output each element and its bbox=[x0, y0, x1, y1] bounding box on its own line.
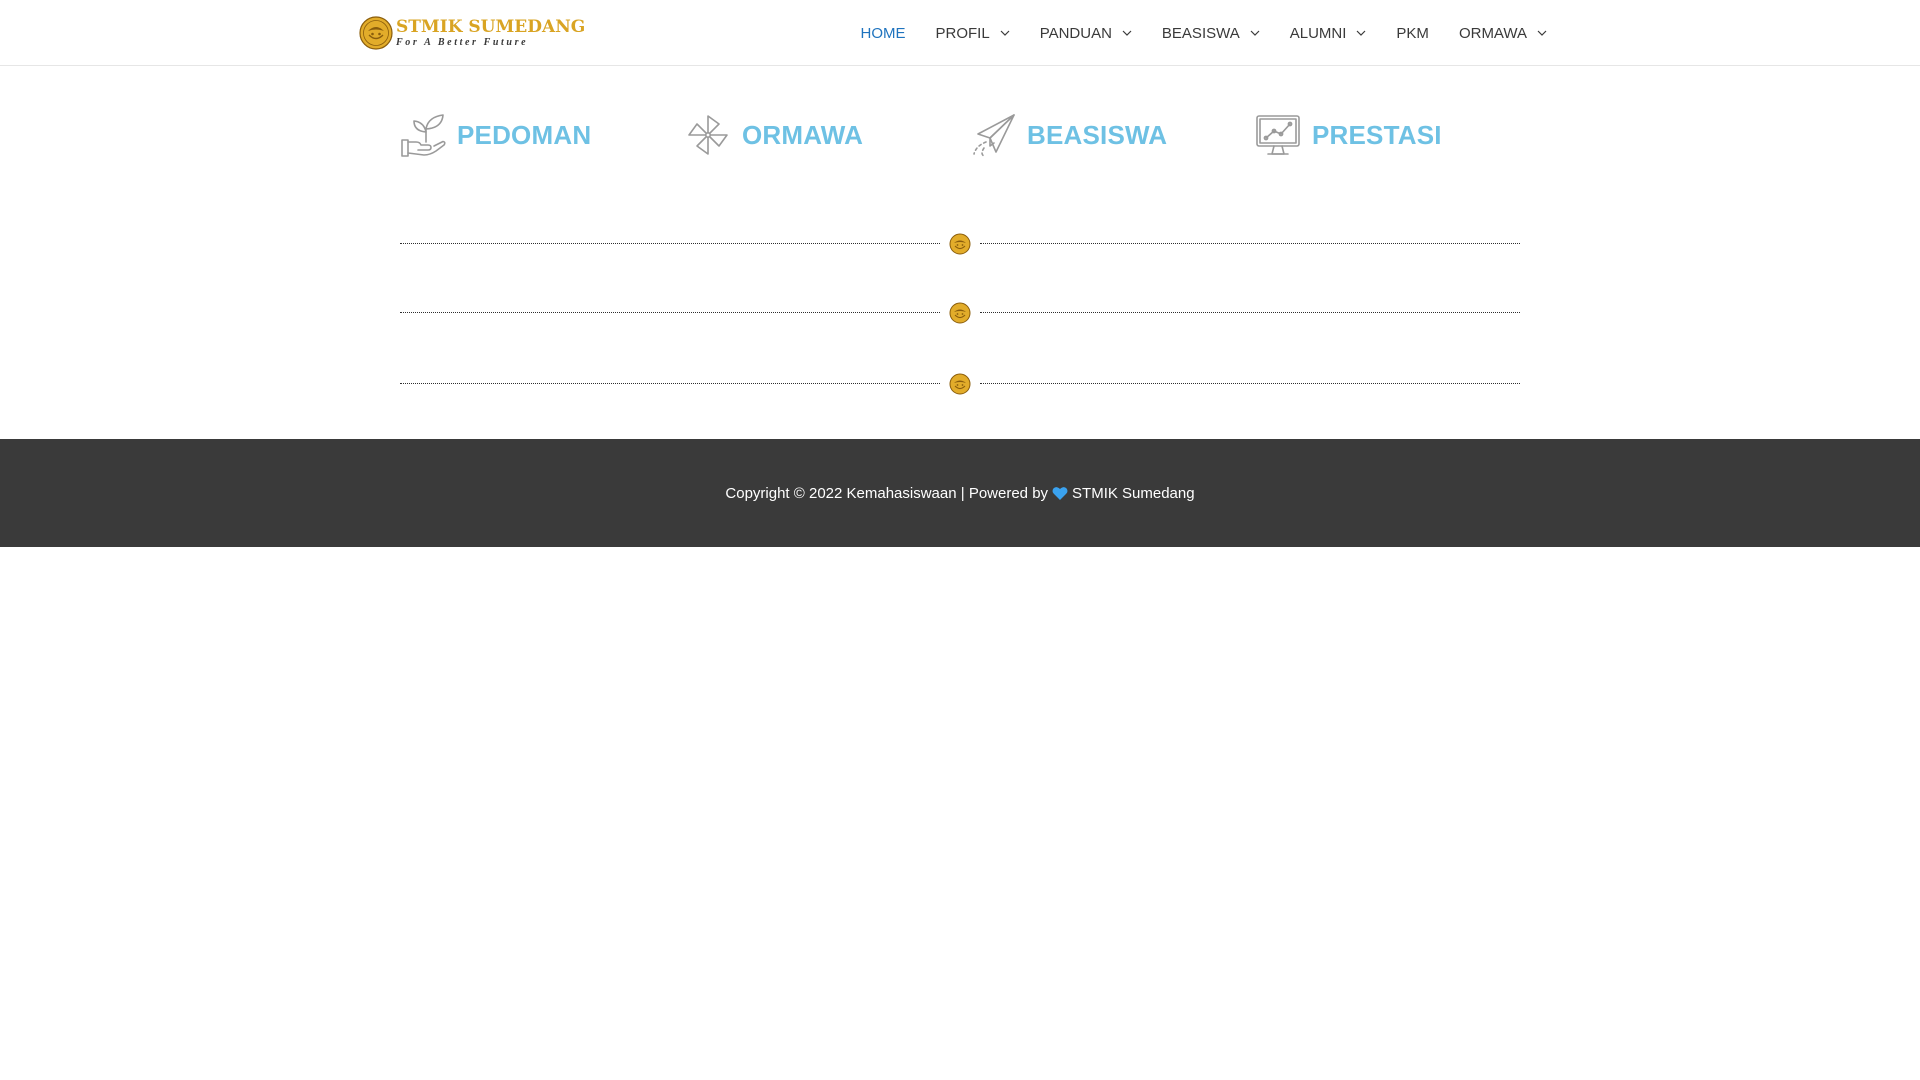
nav-home-label: HOME bbox=[860, 24, 906, 42]
chevron-down-icon bbox=[1122, 30, 1132, 36]
nav-profil[interactable]: PROFIL bbox=[921, 0, 1025, 66]
nav-ormawa[interactable]: ORMAWA bbox=[1444, 0, 1555, 66]
nav-profil-label: PROFIL bbox=[935, 24, 990, 42]
nav-panduan-label: PANDUAN bbox=[1039, 24, 1112, 42]
divider-line-left bbox=[400, 383, 940, 384]
divider-line-left bbox=[400, 243, 940, 244]
divider-line-right bbox=[980, 243, 1520, 244]
feature-pedoman[interactable]: PEDOMAN bbox=[400, 110, 591, 160]
nav-alumni-label: ALUMNI bbox=[1289, 24, 1347, 42]
heart-icon bbox=[1052, 486, 1068, 500]
main-nav: HOME PROFIL PANDUAN BEASISWA ALUMNI PKM … bbox=[846, 0, 1556, 66]
site-header: STMIK SUMEDANG For A Better Future HOME … bbox=[0, 0, 1920, 66]
logo-tagline: For A Better Future bbox=[396, 36, 529, 48]
feature-beasiswa-label: BEASISWA bbox=[1027, 119, 1168, 150]
feature-ormawa[interactable]: ORMAWA bbox=[685, 110, 863, 160]
divider-line-right bbox=[980, 312, 1520, 313]
feature-prestasi-label: PRESTASI bbox=[1312, 119, 1442, 150]
college-seal-icon bbox=[949, 373, 971, 395]
college-seal-icon bbox=[359, 16, 393, 50]
nav-beasiswa[interactable]: BEASISWA bbox=[1147, 0, 1275, 66]
monitor-chart-icon bbox=[1256, 115, 1300, 155]
nav-panduan[interactable]: PANDUAN bbox=[1025, 0, 1147, 66]
feature-beasiswa[interactable]: BEASISWA bbox=[970, 110, 1167, 160]
college-seal-icon bbox=[949, 302, 971, 324]
chevron-down-icon bbox=[1356, 30, 1366, 36]
feature-row: PEDOMAN ORMAWA BEASISWA PRESTASI bbox=[400, 110, 1520, 170]
feature-prestasi[interactable]: PRESTASI bbox=[1255, 110, 1442, 160]
nav-pkm[interactable]: PKM bbox=[1381, 0, 1444, 66]
feature-ormawa-label: ORMAWA bbox=[742, 119, 864, 150]
divider-line-right bbox=[980, 383, 1520, 384]
section-divider bbox=[400, 232, 1520, 256]
paper-plane-icon bbox=[973, 114, 1015, 157]
nav-home[interactable]: HOME bbox=[846, 0, 921, 66]
feature-pedoman-label: PEDOMAN bbox=[457, 119, 592, 150]
section-divider bbox=[400, 301, 1520, 325]
divider-line-left bbox=[400, 312, 940, 313]
site-footer: Copyright © 2022 Kemahasiswaan | Powered… bbox=[0, 439, 1920, 547]
section-divider bbox=[400, 372, 1520, 396]
pinwheel-icon bbox=[688, 115, 728, 155]
site-logo[interactable]: STMIK SUMEDANG For A Better Future bbox=[359, 14, 585, 52]
footer-copyright: Copyright © 2022 Kemahasiswaan | Powered… bbox=[725, 484, 1049, 502]
college-seal-icon bbox=[949, 233, 971, 255]
hand-plant-icon bbox=[401, 114, 446, 157]
nav-pkm-label: PKM bbox=[1396, 24, 1429, 42]
footer-powered-by-link[interactable]: STMIK Sumedang bbox=[1072, 485, 1195, 502]
chevron-down-icon bbox=[1537, 30, 1547, 36]
nav-beasiswa-label: BEASISWA bbox=[1161, 24, 1240, 42]
chevron-down-icon bbox=[1250, 30, 1260, 36]
chevron-down-icon bbox=[1000, 30, 1010, 36]
nav-alumni[interactable]: ALUMNI bbox=[1275, 0, 1382, 66]
logo-title: STMIK SUMEDANG bbox=[396, 16, 586, 37]
nav-ormawa-label: ORMAWA bbox=[1458, 24, 1527, 42]
